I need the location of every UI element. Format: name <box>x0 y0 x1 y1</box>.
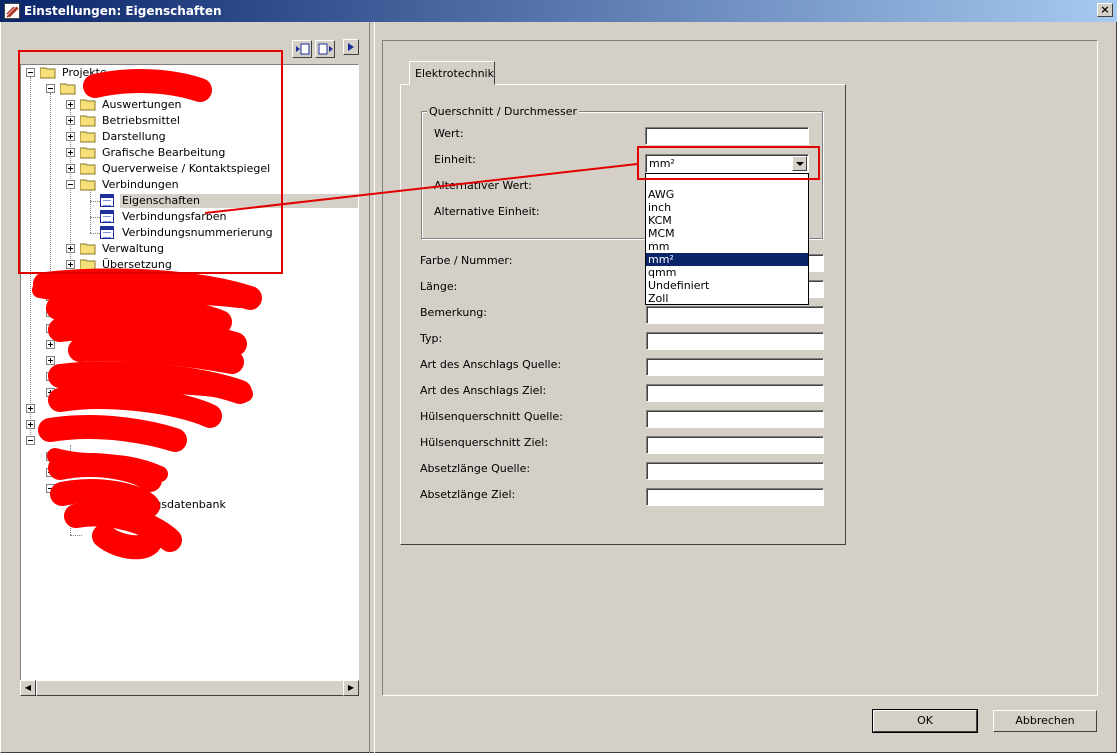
collapse-left-icon[interactable] <box>315 40 335 58</box>
scroll-right-icon[interactable]: ▶ <box>343 680 359 696</box>
typ-input[interactable] <box>646 332 824 350</box>
tree-item-label: odu <box>137 530 158 543</box>
close-button[interactable]: × <box>1097 3 1113 17</box>
farbe-nummer-label: Farbe / Nummer: <box>420 254 513 267</box>
dropdown-option[interactable]: qmm <box>646 266 808 279</box>
dropdown-option[interactable]: inch <box>646 201 808 214</box>
collapse-icon[interactable] <box>26 436 35 445</box>
expand-icon[interactable] <box>26 420 35 429</box>
scroll-left-icon[interactable]: ◀ <box>20 680 36 696</box>
tree-horizontal-scrollbar[interactable]: ◀ ▶ <box>20 680 359 696</box>
expand-right-icon[interactable] <box>292 40 312 58</box>
cancel-button[interactable]: Abbrechen <box>993 710 1097 732</box>
dropdown-option[interactable]: Undefiniert <box>646 279 808 292</box>
absetz-quelle-input[interactable] <box>646 462 824 480</box>
anschlag-ziel-label: Art des Anschlags Ziel: <box>420 384 547 397</box>
expand-icon[interactable] <box>46 340 55 349</box>
absetz-ziel-label: Absetzlänge Ziel: <box>420 488 516 501</box>
alt-wert-label: Alternativer Wert: <box>434 179 532 192</box>
alt-einheit-label: Alternative Einheit: <box>434 205 540 218</box>
tab-elektrotechnik[interactable]: Elektrotechnik <box>409 61 495 85</box>
absetz-quelle-label: Absetzlänge Quelle: <box>420 462 531 475</box>
expand-icon[interactable] <box>46 356 55 365</box>
bemerkung-label: Bemerkung: <box>420 306 487 319</box>
bemerkung-input[interactable] <box>646 306 824 324</box>
expand-icon[interactable] <box>46 372 55 381</box>
typ-label: Typ: <box>420 332 443 345</box>
groupbox-title: Querschnitt / Durchmesser <box>427 105 580 118</box>
anschlag-ziel-input[interactable] <box>646 384 824 402</box>
wert-input[interactable] <box>645 127 809 145</box>
collapse-icon[interactable] <box>46 484 55 493</box>
huelsen-quelle-label: Hülsenquerschnitt Quelle: <box>420 410 563 423</box>
expand-icon[interactable] <box>46 452 55 461</box>
tree-item-label: ltungsdatenbank <box>133 498 226 511</box>
huelsen-ziel-input[interactable] <box>646 436 824 454</box>
dropdown-option[interactable]: KCM <box>646 214 808 227</box>
wert-label: Wert: <box>434 127 464 140</box>
title-bar: Einstellungen: Eigenschaften × <box>0 0 1117 22</box>
settings-page-icon <box>97 530 111 543</box>
expand-icon[interactable] <box>46 324 55 333</box>
annotation-box-einheit <box>637 146 820 180</box>
absetz-ziel-input[interactable] <box>646 488 824 506</box>
laenge-label: Länge: <box>420 280 458 293</box>
panel-splitter[interactable] <box>369 22 375 753</box>
dropdown-option[interactable]: AWG <box>646 188 808 201</box>
dropdown-option[interactable]: MCM <box>646 227 808 240</box>
dropdown-option[interactable]: Zoll <box>646 292 808 305</box>
app-icon <box>4 3 20 19</box>
window-title: Einstellungen: Eigenschaften <box>24 4 222 18</box>
einheit-dropdown-list[interactable]: AWG inch KCM MCM mm mm² qmm Undefiniert … <box>645 173 809 305</box>
ok-button[interactable]: OK <box>872 709 978 733</box>
dropdown-option-selected[interactable]: mm² <box>646 253 808 266</box>
huelsen-ziel-label: Hülsenquerschnitt Ziel: <box>420 436 549 449</box>
annotation-box-tree <box>18 50 283 274</box>
expand-icon[interactable] <box>46 388 55 397</box>
huelsen-quelle-input[interactable] <box>646 410 824 428</box>
dropdown-option[interactable]: mm <box>646 240 808 253</box>
expand-icon[interactable] <box>26 404 35 413</box>
anschlag-quelle-input[interactable] <box>646 358 824 376</box>
expand-icon[interactable] <box>46 468 55 477</box>
play-icon[interactable] <box>343 39 359 55</box>
anschlag-quelle-label: Art des Anschlags Quelle: <box>420 358 562 371</box>
scrollbar-thumb[interactable] <box>36 680 350 696</box>
expand-icon[interactable] <box>46 308 55 317</box>
expand-icon[interactable] <box>46 292 55 301</box>
einheit-label: Einheit: <box>434 153 476 166</box>
